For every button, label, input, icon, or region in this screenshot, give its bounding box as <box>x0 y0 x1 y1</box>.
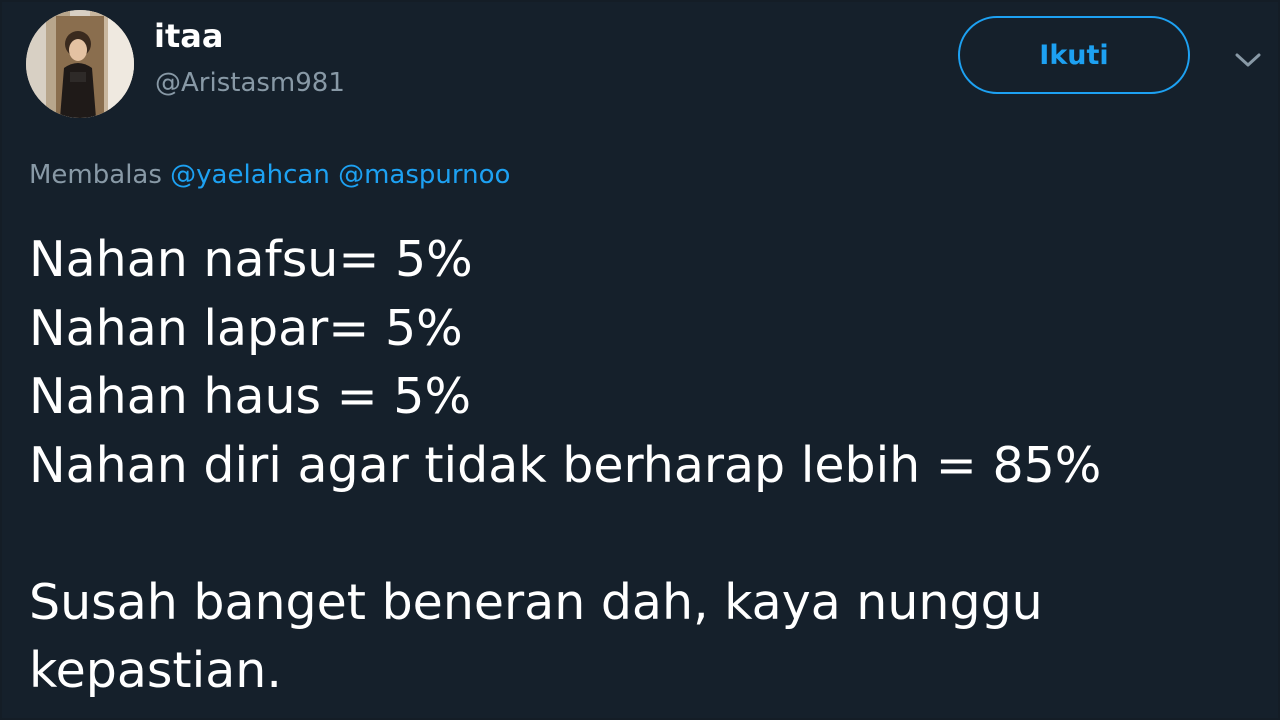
reply-prefix: Membalas <box>29 160 162 190</box>
tweet-line: kepastian. <box>29 642 282 699</box>
user-handle[interactable]: @Aristasm981 <box>155 66 345 100</box>
tweet-line: Susah banget beneran dah, kaya nunggu <box>29 573 1043 631</box>
display-name[interactable]: itaa <box>154 16 223 56</box>
avatar-photo <box>26 10 134 118</box>
tweet-line: Nahan nafsu= 5% <box>29 231 473 288</box>
tweet-line: Nahan haus = 5% <box>29 368 472 425</box>
tweet-line: Nahan diri agar tidak berharap lebih = 8… <box>29 436 1102 494</box>
follow-button[interactable]: Ikuti <box>958 16 1190 94</box>
chevron-down-icon <box>1235 52 1261 72</box>
more-options-button[interactable] <box>1230 44 1266 80</box>
mention-link[interactable]: @yaelahcan <box>170 160 330 190</box>
reply-context: Membalas @yaelahcan @maspurnoo <box>29 158 510 192</box>
mention-link[interactable]: @maspurnoo <box>338 160 510 190</box>
tweet-line: Nahan lapar= 5% <box>29 299 463 357</box>
tweet-card: itaa @Aristasm981 Ikuti Membalas @yaelah… <box>2 2 1278 718</box>
avatar[interactable] <box>26 10 134 118</box>
paragraph-break <box>29 500 1249 569</box>
tweet-text: Nahan nafsu= 5% Nahan lapar= 5% Nahan ha… <box>29 226 1249 706</box>
